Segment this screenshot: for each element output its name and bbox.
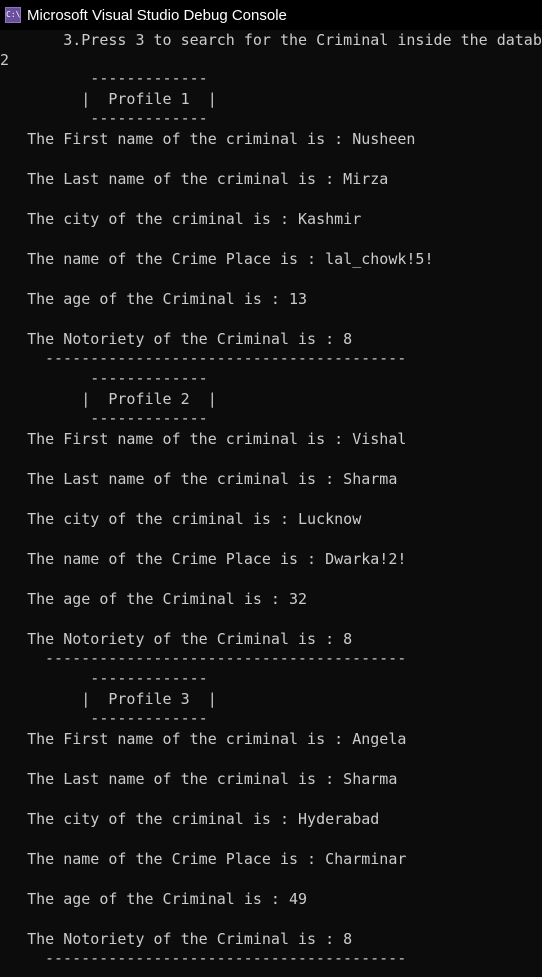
profile-bottom-border: -------------: [0, 109, 208, 127]
profile-bottom-border: -------------: [0, 409, 208, 427]
last-name-line: The Last name of the criminal is : Sharm…: [0, 470, 398, 488]
notoriety-line: The Notoriety of the Criminal is : 8: [0, 330, 353, 348]
profile-header: | Profile 1 |: [0, 90, 217, 108]
first-name-line: The First name of the criminal is : Vish…: [0, 430, 407, 448]
profile-separator: ----------------------------------------: [45, 649, 407, 667]
profile-separator: ----------------------------------------: [45, 949, 407, 967]
last-name-line: The Last name of the criminal is : Mirza: [0, 170, 389, 188]
profile-top-border: -------------: [0, 69, 208, 87]
menu-line: 3.Press 3 to search for the Criminal ins…: [0, 31, 542, 49]
profile-header: | Profile 2 |: [0, 390, 217, 408]
city-line: The city of the criminal is : Hyderabad: [0, 810, 380, 828]
title-bar[interactable]: C:\ Microsoft Visual Studio Debug Consol…: [0, 0, 542, 30]
profile-bottom-border: -------------: [0, 709, 208, 727]
profile-separator: ----------------------------------------: [45, 349, 407, 367]
console-output[interactable]: 3.Press 3 to search for the Criminal ins…: [0, 30, 542, 977]
crime-place-line: The name of the Crime Place is : Dwarka!…: [0, 550, 407, 568]
age-line: The age of the Criminal is : 32: [0, 590, 308, 608]
visual-studio-console-icon: C:\: [5, 7, 21, 23]
last-name-line: The Last name of the criminal is : Sharm…: [0, 770, 398, 788]
first-name-line: The First name of the criminal is : Ange…: [0, 730, 407, 748]
profile-top-border: -------------: [0, 369, 208, 387]
age-line: The age of the Criminal is : 49: [0, 890, 308, 908]
city-line: The city of the criminal is : Lucknow: [0, 510, 362, 528]
window-title: Microsoft Visual Studio Debug Console: [27, 6, 287, 24]
crime-place-line: The name of the Crime Place is : lal_cho…: [0, 250, 434, 268]
input-line: 2: [0, 51, 10, 69]
crime-place-line: The name of the Crime Place is : Charmin…: [0, 850, 407, 868]
notoriety-line: The Notoriety of the Criminal is : 8: [0, 630, 353, 648]
profile-header: | Profile 3 |: [0, 690, 217, 708]
first-name-line: The First name of the criminal is : Nush…: [0, 130, 416, 148]
profile-top-border: -------------: [0, 669, 208, 687]
age-line: The age of the Criminal is : 13: [0, 290, 308, 308]
city-line: The city of the criminal is : Kashmir: [0, 210, 362, 228]
notoriety-line: The Notoriety of the Criminal is : 8: [0, 930, 353, 948]
